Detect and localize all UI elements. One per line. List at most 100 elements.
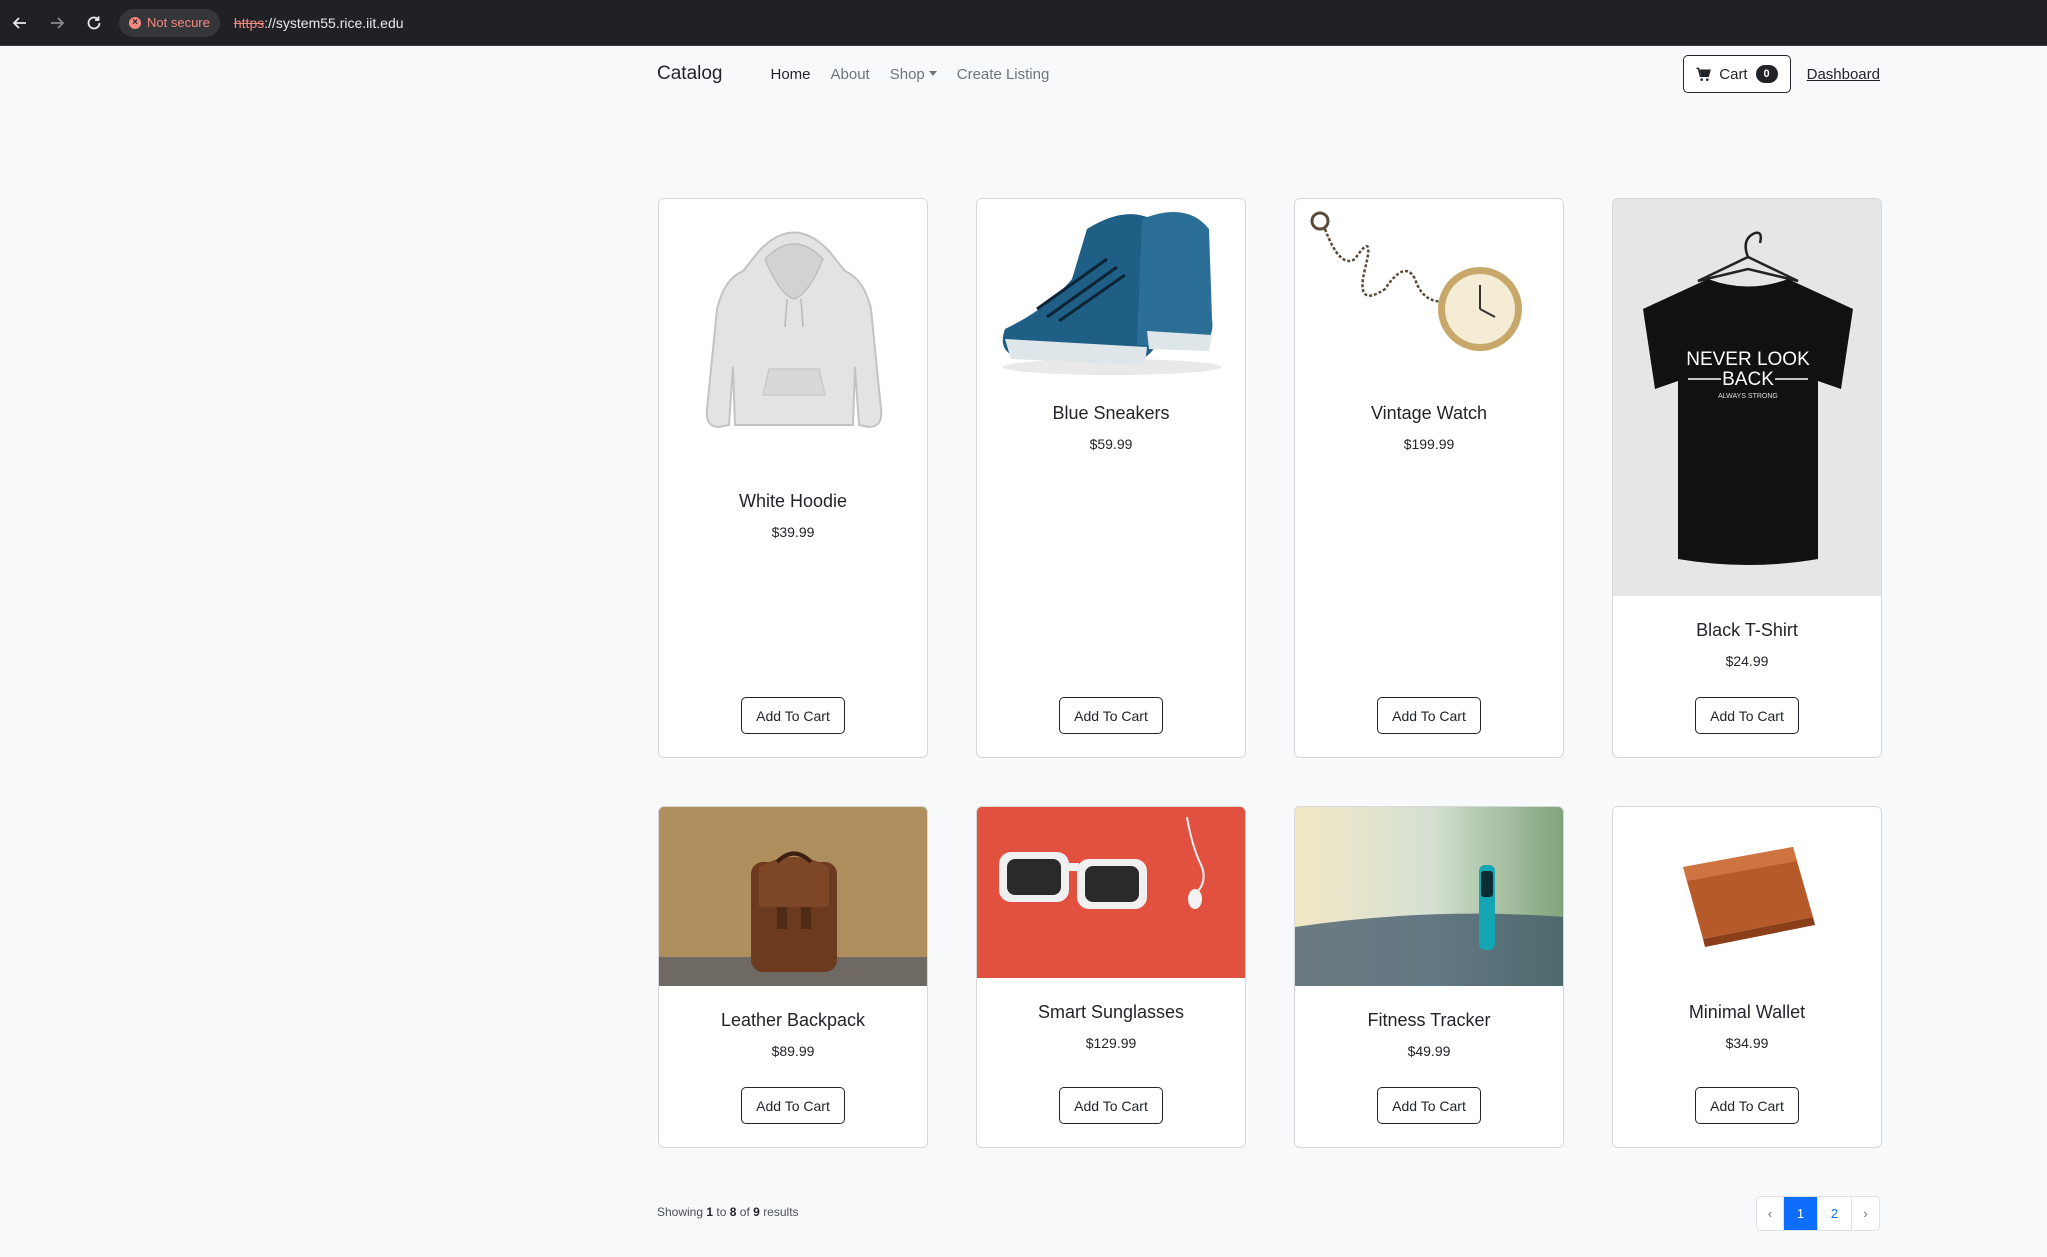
tshirt-print-line2: BACK — [1722, 369, 1774, 390]
product-image[interactable] — [1613, 807, 1881, 978]
next-page-button[interactable]: › — [1852, 1197, 1879, 1230]
sneakers-image — [1002, 211, 1222, 375]
tshirt-image: NEVER LOOK BACK ALWAYS STRONG — [1643, 231, 1853, 565]
add-to-cart-button[interactable]: Add To Cart — [1059, 697, 1163, 734]
product-price: $49.99 — [1407, 1043, 1451, 1059]
of-word: of — [739, 1205, 750, 1219]
nav-right: Cart 0 Dashboard — [1683, 55, 1880, 93]
nav-home[interactable]: Home — [771, 66, 811, 83]
product-card-minimal-wallet: Minimal Wallet $34.99 Add To Cart — [1612, 806, 1882, 1148]
tshirt-print-line3: ALWAYS STRONG — [1718, 393, 1778, 400]
add-to-cart-button[interactable]: Add To Cart — [1377, 697, 1481, 734]
product-image[interactable] — [977, 807, 1245, 978]
to-word: to — [716, 1205, 727, 1219]
product-price: $199.99 — [1403, 436, 1455, 452]
product-image[interactable]: NEVER LOOK BACK ALWAYS STRONG — [1613, 199, 1881, 596]
product-image[interactable] — [659, 807, 927, 986]
pocket-watch-image — [1310, 211, 1522, 351]
product-price: $24.99 — [1725, 653, 1769, 669]
card-body: Vintage Watch $199.99 — [1295, 403, 1563, 452]
nav-links: Home About Shop Create Listing — [771, 66, 1050, 83]
product-title[interactable]: Smart Sunglasses — [977, 1002, 1245, 1023]
wallet-image — [1683, 847, 1815, 947]
reload-button[interactable] — [84, 13, 104, 33]
product-price: $59.99 — [1089, 436, 1133, 452]
product-title[interactable]: Vintage Watch — [1295, 403, 1563, 424]
site-navbar: Catalog Home About Shop Create Listing C… — [657, 52, 1880, 96]
forward-button[interactable] — [47, 13, 67, 33]
url-host: ://system55.rice.iit.edu — [264, 14, 404, 31]
pagination: ‹ 1 2 › — [1756, 1196, 1880, 1231]
product-title[interactable]: White Hoodie — [659, 491, 927, 512]
tshirt-print-line1: NEVER LOOK — [1686, 349, 1810, 370]
add-to-cart-button[interactable]: Add To Cart — [1377, 1087, 1481, 1124]
results-summary: Showing 1 to 8 of 9 results — [657, 1205, 799, 1219]
security-indicator[interactable]: × Not secure — [119, 8, 220, 37]
product-price: $34.99 — [1725, 1035, 1769, 1051]
product-image[interactable] — [977, 199, 1245, 379]
page-1-button[interactable]: 1 — [1784, 1197, 1818, 1230]
product-price: $129.99 — [1085, 1035, 1137, 1051]
card-body: Leather Backpack $89.99 — [659, 1010, 927, 1059]
product-card-smart-sunglasses: Smart Sunglasses $129.99 Add To Cart — [976, 806, 1246, 1148]
security-label: Not secure — [147, 15, 210, 30]
prev-page-button[interactable]: ‹ — [1757, 1197, 1784, 1230]
card-body: Minimal Wallet $34.99 — [1613, 1002, 1881, 1051]
add-to-cart-button[interactable]: Add To Cart — [741, 697, 845, 734]
results-total: 9 — [753, 1205, 760, 1219]
product-card-fitness-tracker: Fitness Tracker $49.99 Add To Cart — [1294, 806, 1564, 1148]
product-price: $39.99 — [771, 524, 815, 540]
url-text[interactable]: https://system55.rice.iit.edu — [234, 15, 404, 31]
showing-word: Showing — [657, 1205, 704, 1219]
dashboard-link[interactable]: Dashboard — [1807, 66, 1880, 83]
arrow-right-icon — [51, 16, 65, 29]
results-from: 1 — [706, 1205, 714, 1219]
url-scheme: https — [233, 14, 265, 31]
caret-down-icon — [928, 70, 937, 76]
product-image[interactable] — [1295, 807, 1563, 986]
nav-shop-label: Shop — [889, 65, 925, 83]
product-card-blue-sneakers: Blue Sneakers $59.99 Add To Cart — [976, 198, 1246, 758]
backpack-image — [659, 807, 927, 986]
card-body: Blue Sneakers $59.99 — [977, 403, 1245, 452]
product-card-white-hoodie: White Hoodie $39.99 Add To Cart — [658, 198, 928, 758]
product-image[interactable] — [1295, 199, 1563, 379]
nav-about[interactable]: About — [831, 66, 870, 83]
add-to-cart-button[interactable]: Add To Cart — [1695, 697, 1799, 734]
add-to-cart-button[interactable]: Add To Cart — [1059, 1087, 1163, 1124]
add-to-cart-button[interactable]: Add To Cart — [1695, 1087, 1799, 1124]
sunglasses-image — [977, 807, 1245, 978]
hoodie-image — [705, 231, 883, 429]
product-title[interactable]: Black T-Shirt — [1613, 620, 1881, 641]
nav-create-listing[interactable]: Create Listing — [957, 66, 1050, 83]
card-body: Black T-Shirt $24.99 — [1613, 620, 1881, 669]
results-to: 8 — [729, 1205, 737, 1219]
product-price: $89.99 — [771, 1043, 815, 1059]
brand-logo[interactable]: Catalog — [657, 63, 723, 85]
product-card-vintage-watch: Vintage Watch $199.99 Add To Cart — [1294, 198, 1564, 758]
reload-icon — [87, 16, 101, 29]
warning-icon: × — [129, 16, 141, 29]
product-title[interactable]: Minimal Wallet — [1613, 1002, 1881, 1023]
product-title[interactable]: Leather Backpack — [659, 1010, 927, 1031]
product-card-leather-backpack: Leather Backpack $89.99 Add To Cart — [658, 806, 928, 1148]
page-2-button[interactable]: 2 — [1818, 1197, 1852, 1230]
add-to-cart-button[interactable]: Add To Cart — [741, 1087, 845, 1124]
back-button[interactable] — [10, 13, 30, 33]
cart-label: Cart — [1719, 65, 1748, 83]
arrow-left-icon — [12, 16, 26, 29]
product-title[interactable]: Blue Sneakers — [977, 403, 1245, 424]
cart-button[interactable]: Cart 0 — [1683, 55, 1791, 93]
card-body: Fitness Tracker $49.99 — [1295, 1010, 1563, 1059]
browser-toolbar: × Not secure https://system55.rice.iit.e… — [0, 0, 2047, 46]
fitness-tracker-image — [1295, 807, 1563, 986]
nav-shop-dropdown[interactable]: Shop — [890, 66, 937, 83]
product-card-black-tshirt: NEVER LOOK BACK ALWAYS STRONG Black T-Sh… — [1612, 198, 1882, 758]
card-body: Smart Sunglasses $129.99 — [977, 1002, 1245, 1051]
cart-count-badge: 0 — [1755, 65, 1778, 83]
card-body: White Hoodie $39.99 — [659, 491, 927, 540]
results-word: results — [763, 1205, 799, 1219]
address-bar[interactable]: × Not secure https://system55.rice.iit.e… — [119, 6, 2019, 39]
product-title[interactable]: Fitness Tracker — [1295, 1010, 1563, 1031]
product-image[interactable] — [659, 199, 927, 467]
